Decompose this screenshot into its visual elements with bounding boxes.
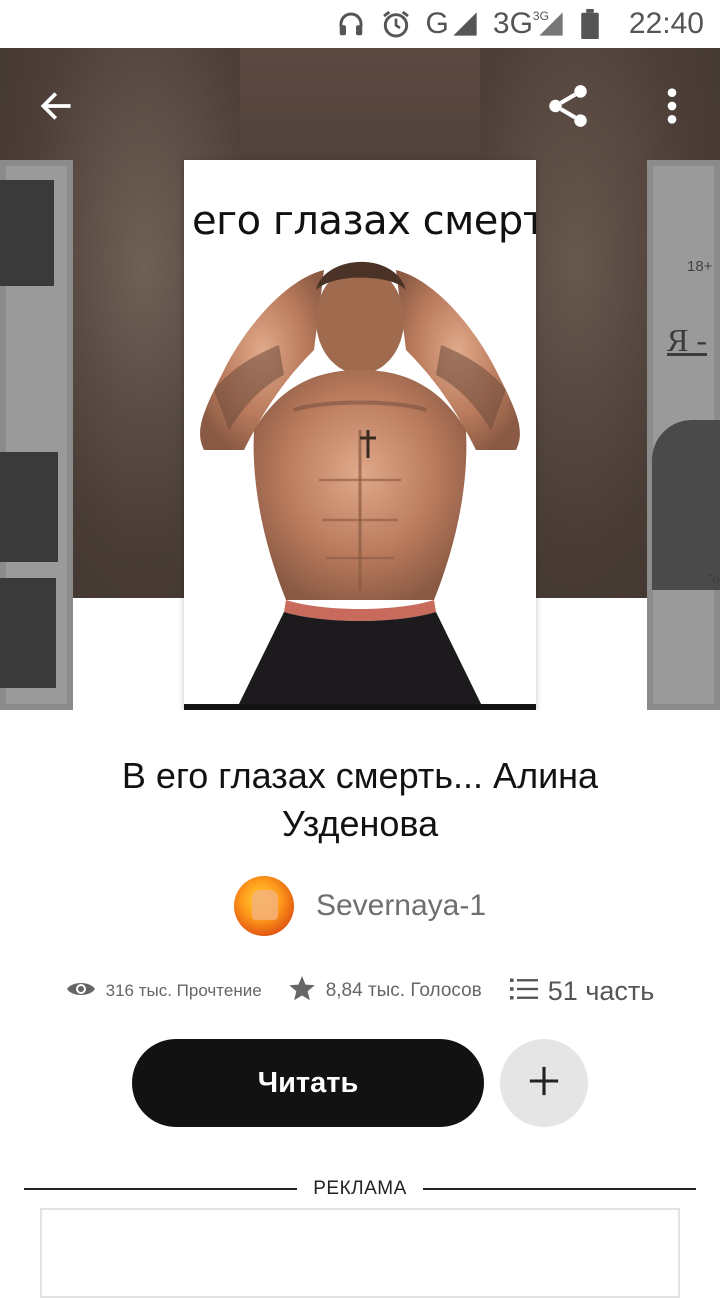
stats-row: 316 тыс. Прочтение 8,84 тыс. Голосов 51 … (0, 966, 720, 1016)
signal-icon (451, 10, 479, 38)
previous-cover-dark-block (0, 180, 54, 286)
more-options-button[interactable] (644, 80, 700, 136)
ad-divider-right (422, 1188, 696, 1190)
ad-label: РЕКЛАМА (313, 1178, 407, 1199)
cover-carousel[interactable]: 18+ Я - "о его глазах смерт (0, 48, 720, 710)
list-icon (509, 977, 538, 1006)
cover-figure-illustration (200, 261, 520, 710)
reads-value: 316 тыс. Прочтение (105, 981, 262, 1000)
ad-container[interactable] (40, 1208, 680, 1298)
add-to-library-button[interactable] (500, 1039, 588, 1127)
back-button[interactable] (28, 80, 84, 136)
star-icon (288, 975, 316, 1007)
network-3g-text: 3G (492, 7, 533, 40)
network-type-label: G (425, 7, 449, 40)
read-button[interactable]: Читать (132, 1039, 484, 1127)
share-icon (543, 81, 593, 136)
cover-bottom-edge (184, 704, 536, 710)
share-button[interactable] (540, 80, 596, 136)
headphones-icon (336, 9, 366, 39)
book-cover[interactable]: его глазах смерт (184, 160, 536, 710)
parts-stat[interactable]: 51 часть (509, 976, 655, 1007)
network-3g-sup: 3G (532, 9, 549, 23)
previous-cover-dark-block-2 (0, 452, 58, 562)
next-cover[interactable]: 18+ Я - "о (647, 160, 720, 710)
reads-stat: 316 тыс. Прочтение (66, 978, 262, 1005)
next-cover-quote-fragment: "о (707, 572, 720, 587)
previous-cover-dark-block-3 (0, 578, 56, 688)
previous-cover[interactable] (0, 160, 73, 710)
avatar[interactable] (233, 876, 294, 936)
author-name[interactable]: Severnaya-1 (316, 889, 486, 923)
network-type-label-2: 3G 3G (492, 7, 549, 41)
ad-header: РЕКЛАМА (24, 1174, 696, 1204)
author-row[interactable]: Severnaya-1 (0, 874, 720, 938)
eye-icon (66, 978, 96, 1005)
next-cover-dark-shape (652, 420, 720, 590)
clock: 22:40 (628, 7, 704, 40)
status-bar: G 3G 3G 22:40 (0, 0, 720, 48)
battery-icon (579, 9, 601, 39)
arrow-left-icon (37, 87, 75, 130)
next-cover-age-badge: 18+ (687, 258, 713, 275)
next-cover-title-fragment: Я - (667, 322, 707, 358)
plus-icon (527, 1064, 561, 1103)
book-title: В его глазах смерть... Алина Узденова (121, 755, 599, 844)
votes-stat: 8,84 тыс. Голосов (288, 975, 482, 1007)
parts-value[interactable]: 51 часть (548, 976, 655, 1007)
more-vert-icon (666, 86, 678, 131)
alarm-icon (380, 8, 412, 40)
ad-divider-left (24, 1188, 298, 1190)
votes-value: 8,84 тыс. Голосов (325, 980, 482, 1001)
